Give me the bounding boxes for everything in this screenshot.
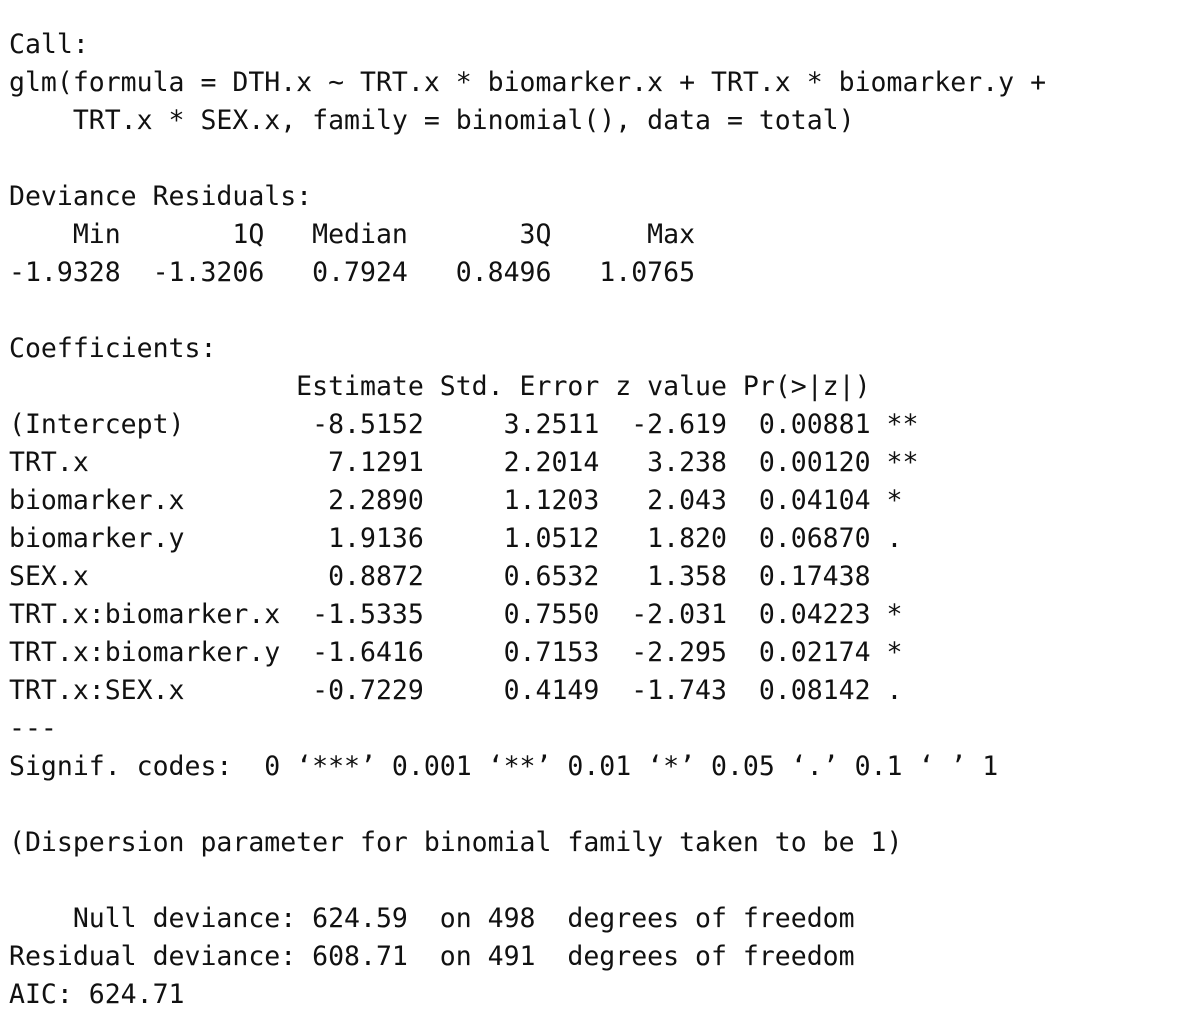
coefficient-row-sex: SEX.x 0.8872 0.6532 1.358 0.17438 [9, 561, 919, 592]
dispersion-parameter-note: (Dispersion parameter for binomial famil… [9, 827, 903, 858]
coefficients-heading: Coefficients: [9, 333, 217, 364]
call-formula-line-2: TRT.x * SEX.x, family = binomial(), data… [9, 105, 855, 136]
deviance-residuals-heading: Deviance Residuals: [9, 181, 329, 212]
coefficient-row-trt-sex: TRT.x:SEX.x -0.7229 0.4149 -1.743 0.0814… [9, 675, 919, 706]
coefficient-row-biomarker-y: biomarker.y 1.9136 1.0512 1.820 0.06870 … [9, 523, 919, 554]
residual-deviance-line: Residual deviance: 608.71 on 491 degrees… [9, 941, 855, 972]
signif-codes-legend: Signif. codes: 0 ‘***’ 0.001 ‘**’ 0.01 ‘… [9, 751, 999, 782]
deviance-residuals-header-row: Min 1Q Median 3Q Max [9, 219, 727, 250]
r-glm-summary-output: Call: glm(formula = DTH.x ~ TRT.x * bioma… [9, 26, 1189, 1014]
null-deviance-line: Null deviance: 624.59 on 498 degrees of … [9, 903, 855, 934]
separator-dashes: --- [9, 713, 57, 744]
coefficient-row-trt-biomarker-y: TRT.x:biomarker.y -1.6416 0.7153 -2.295 … [9, 637, 919, 668]
deviance-residuals-values-row: -1.9328 -1.3206 0.7924 0.8496 1.0765 [9, 257, 727, 288]
call-formula-line-1: glm(formula = DTH.x ~ TRT.x * biomarker.… [9, 67, 1062, 98]
coefficient-row-biomarker-x: biomarker.x 2.2890 1.1203 2.043 0.04104 … [9, 485, 919, 516]
coefficients-header-row: Estimate Std. Error z value Pr(>|z|) [9, 371, 919, 402]
coefficient-row-intercept: (Intercept) -8.5152 3.2511 -2.619 0.0088… [9, 409, 919, 440]
aic-line: AIC: 624.71 [9, 979, 185, 1010]
coefficient-row-trt: TRT.x 7.1291 2.2014 3.238 0.00120 ** [9, 447, 919, 478]
call-heading: Call: [9, 29, 89, 60]
coefficient-row-trt-biomarker-x: TRT.x:biomarker.x -1.5335 0.7550 -2.031 … [9, 599, 919, 630]
